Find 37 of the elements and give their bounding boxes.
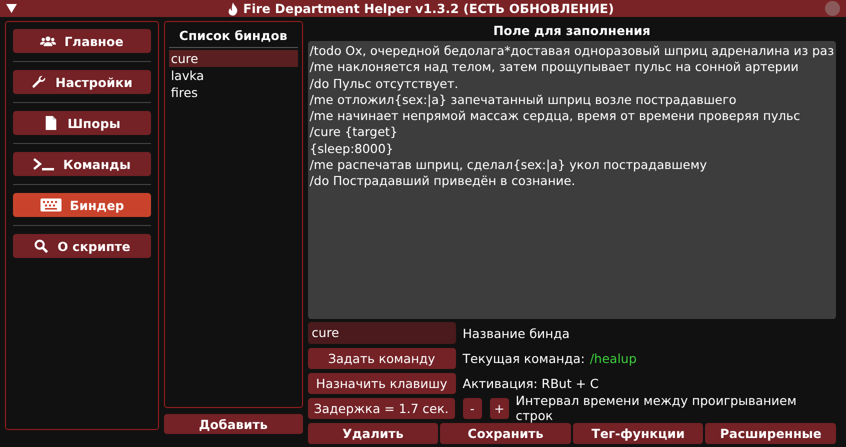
terminal-icon: [33, 157, 56, 171]
input-field[interactable]: cure: [308, 322, 456, 344]
search-icon: [33, 239, 50, 253]
assign-key-button[interactable]: Назначить клавишу: [308, 372, 456, 394]
bind-item[interactable]: fires: [168, 84, 298, 101]
nav-button[interactable]: Биндер: [13, 193, 151, 217]
action-button[interactable]: Сохранить: [440, 423, 571, 444]
collapse-icon[interactable]: [6, 4, 17, 13]
nav-button[interactable]: О скрипте: [13, 234, 151, 258]
text-area[interactable]: /todo Ox, очередной бедолага*доставая одноразовый шприц адреналина из раз /me наклоняется над телом, затем прощупывает пульс на сонной артерии /do Пульс отсутствует. /me отложил{sex:|а} запечатанный шприц возле пострадавшего /me начинает непрямой массаж сердца, время от времени проверяя пульс /cure {target} {sleep:8000} /me распечатав шприц, сделал{sex:|а} укол пострадавшему /do Пострадавший приведён в сознание.: [308, 41, 836, 319]
file-icon: [43, 116, 60, 130]
bind-item[interactable]: lavka: [168, 67, 298, 84]
interval-label: Интервал времени между проигрыванием строк: [516, 393, 798, 423]
command-label: Текущая команда:: [462, 350, 585, 366]
wrench-icon: [31, 75, 48, 89]
window-title: Fire Department Helper v1.3.2 (ЕСТЬ ОБНОВЛЕНИЕ): [243, 1, 614, 16]
editor-title: Поле для заполнения: [492, 24, 652, 38]
keyboard-icon: [40, 198, 62, 212]
decrease-button[interactable]: -: [462, 398, 482, 418]
field-label: Название бинда: [462, 326, 570, 340]
set-command-button[interactable]: Задать команду: [308, 348, 456, 368]
nav-button[interactable]: Настройки: [13, 70, 151, 94]
nav-button[interactable]: Главное: [13, 29, 151, 53]
users-icon: [40, 34, 56, 48]
flame-icon: [228, 2, 238, 16]
list-title: Список биндов: [178, 28, 288, 43]
command-value: /healup: [590, 350, 637, 366]
action-button[interactable]: Тег-функции: [572, 423, 704, 444]
action-button[interactable]: Удалить: [308, 423, 438, 444]
bind-item[interactable]: cure: [168, 50, 298, 67]
activation-label: Активация: RBut + C: [462, 376, 599, 390]
increase-button[interactable]: +: [490, 398, 509, 418]
add-button[interactable]: Добавить: [164, 414, 303, 434]
action-button[interactable]: Расширенные: [705, 423, 836, 444]
delay-button[interactable]: Задержка = 1.7 сек.: [308, 398, 455, 418]
nav-button[interactable]: Команды: [13, 152, 151, 176]
nav-button[interactable]: Шпоры: [13, 111, 151, 135]
